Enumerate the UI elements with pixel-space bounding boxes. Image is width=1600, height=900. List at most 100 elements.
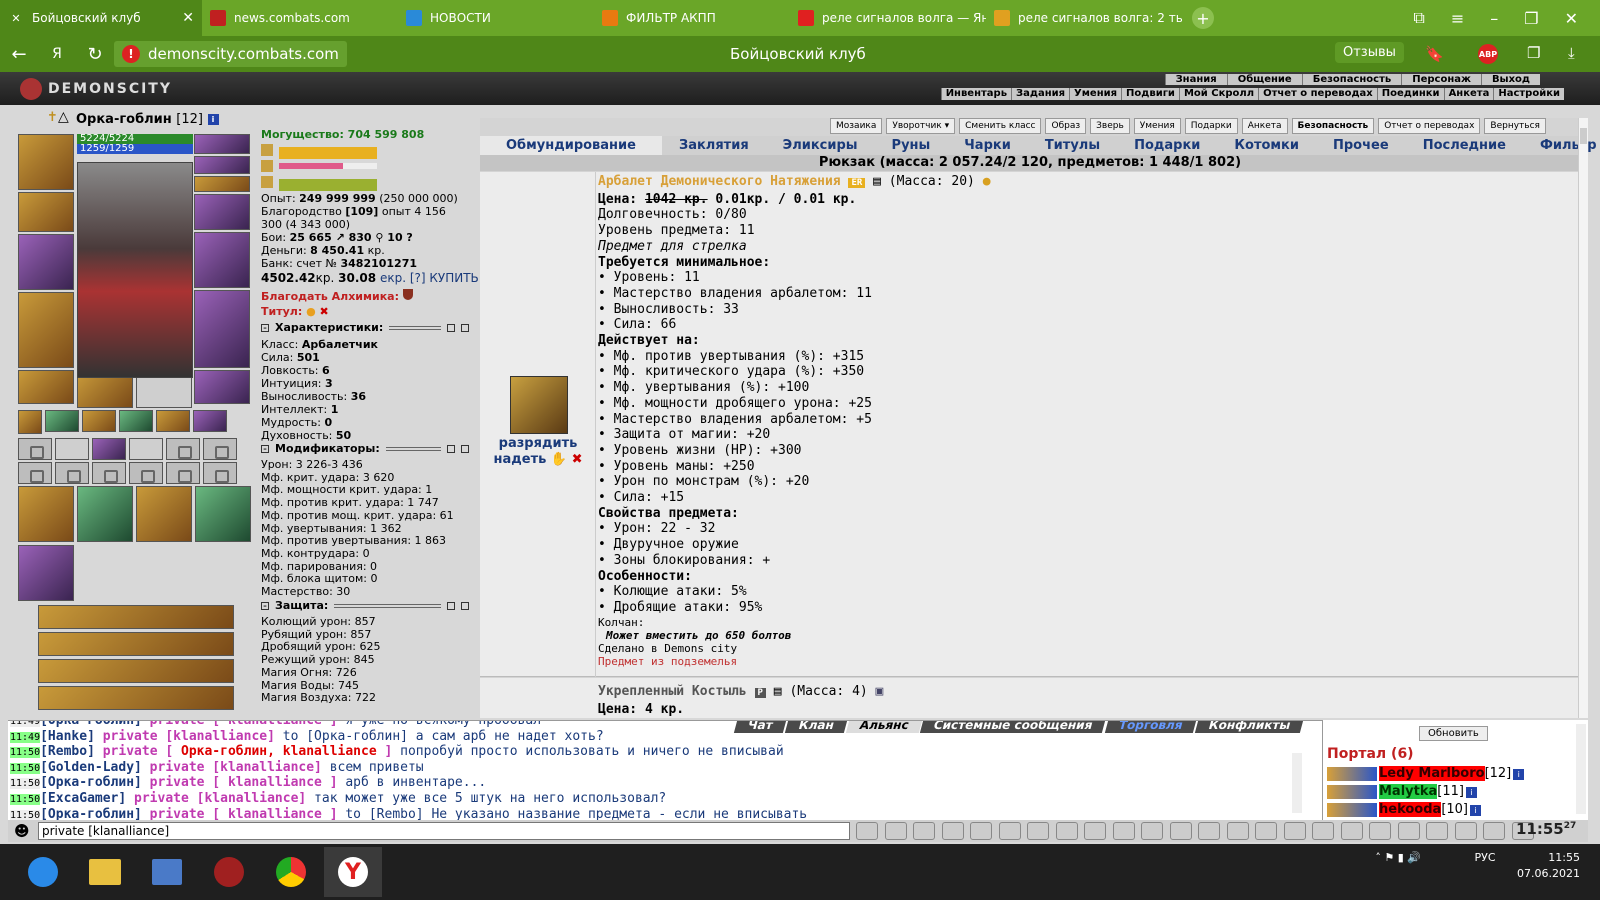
toolbar-button[interactable]: Безопасность (1291, 118, 1375, 134)
equipment-slot[interactable] (38, 632, 234, 656)
category-tab[interactable]: Фильтр (1523, 136, 1600, 155)
equipment-slot[interactable] (18, 545, 74, 601)
chat-tab[interactable]: Альянс (845, 721, 923, 733)
equipment-slot[interactable] (194, 232, 250, 288)
toolbar-button[interactable]: Уворотчик ▾ (886, 118, 956, 134)
action-icon[interactable] (1255, 822, 1277, 840)
message-author[interactable]: [ExcaGamer] (40, 791, 126, 806)
yandex-browser-icon[interactable]: Y (324, 847, 382, 897)
category-tab[interactable]: Эликсиры (766, 136, 875, 155)
equipment-slot[interactable] (194, 156, 250, 174)
equipment-slot[interactable] (129, 438, 163, 460)
info-icon[interactable]: i (1470, 805, 1481, 816)
category-tab[interactable]: Прочее (1316, 136, 1406, 155)
top-menu-item[interactable]: Персонаж (1401, 74, 1481, 85)
browser-tab[interactable]: ✕ Бойцовский клуб ✕ (0, 0, 202, 36)
equipment-slot[interactable] (203, 462, 237, 484)
message-author[interactable]: [Орка-гоблин] (40, 807, 142, 820)
category-tab[interactable]: Подарки (1117, 136, 1217, 155)
unload-link[interactable]: разрядить (490, 436, 586, 451)
equipment-slot[interactable] (18, 486, 74, 542)
action-icon[interactable] (1169, 822, 1192, 840)
item2-name[interactable]: Укрепленный Костыль (598, 684, 747, 699)
toolbar-button[interactable]: Зверь (1090, 118, 1130, 134)
refresh-button[interactable]: Обновить (1419, 726, 1488, 741)
category-tab[interactable]: Котомки (1217, 136, 1316, 155)
inventory-scrollbar[interactable] (1578, 118, 1588, 718)
category-tab[interactable]: Руны (875, 136, 948, 155)
equipment-slot[interactable] (194, 176, 250, 192)
chat-tab[interactable]: Торговля (1104, 721, 1197, 733)
online-user[interactable]: hekooda[10] i (1327, 802, 1481, 817)
toolbar-button[interactable]: Анкета (1241, 118, 1288, 134)
category-tab[interactable]: Последние (1406, 136, 1523, 155)
back-icon[interactable]: ← (0, 44, 38, 65)
equipment-slot[interactable] (194, 194, 250, 230)
action-icon[interactable] (1397, 822, 1420, 840)
equipment-slot[interactable] (55, 462, 89, 484)
equip-link[interactable]: надеть ✋ ✖ (490, 452, 586, 467)
reload-icon[interactable]: ↻ (76, 44, 114, 65)
sub-menu-item[interactable]: Задания (1011, 88, 1069, 100)
action-icon[interactable] (1226, 822, 1249, 840)
lang-indicator[interactable]: РУС (1474, 851, 1495, 864)
characteristics-header[interactable]: – Характеристики: (261, 321, 469, 334)
equipment-slot[interactable] (38, 605, 234, 629)
ie-icon[interactable] (14, 847, 72, 897)
chrome-icon[interactable] (262, 847, 320, 897)
info-icon[interactable]: i (1513, 769, 1525, 780)
top-menu-item[interactable]: Безопасность (1301, 74, 1402, 85)
close-window-icon[interactable]: ✕ (1565, 9, 1578, 28)
info-icon[interactable]: i (1465, 787, 1477, 798)
chat-tab[interactable]: Системные сообщения (920, 721, 1108, 733)
extensions-icon[interactable]: ❐ (1527, 44, 1540, 62)
message-time[interactable]: 11:50 (10, 747, 41, 759)
url-field[interactable]: ! demonscity.combats.com (114, 41, 347, 67)
message-time[interactable]: 11:49 (10, 731, 41, 743)
category-tab[interactable]: Титулы (1028, 136, 1117, 155)
online-user[interactable]: Ledy Marlboro[12] i (1327, 766, 1525, 781)
equipment-slot[interactable] (194, 134, 250, 154)
chat-scrollbar[interactable] (1292, 753, 1302, 813)
top-menu-item[interactable]: Общение (1226, 74, 1302, 85)
action-icon[interactable] (1112, 822, 1135, 840)
equipment-slot[interactable] (18, 234, 74, 290)
action-icon[interactable] (1084, 822, 1106, 840)
message-author[interactable]: [Rembo] (40, 744, 95, 759)
chat-input[interactable]: private [klanalliance] (38, 822, 850, 840)
action-icon[interactable] (970, 822, 992, 840)
message-author[interactable]: [Golden-Lady] (40, 760, 142, 775)
top-menu-item[interactable]: Выход (1480, 74, 1540, 85)
action-icon[interactable] (941, 822, 964, 840)
equipment-slot[interactable] (38, 659, 234, 683)
chat-tab[interactable]: Клан (784, 721, 848, 733)
message-author[interactable]: [Hanke] (40, 729, 95, 744)
message-time[interactable]: 11:50 (10, 762, 41, 774)
message-time[interactable]: 11:50 (10, 794, 41, 805)
toolbar-button[interactable]: Мозаика (830, 118, 883, 134)
equipment-slot[interactable] (194, 370, 250, 404)
equipment-slot[interactable] (18, 292, 74, 368)
delete-icon[interactable]: ✖ (572, 452, 583, 467)
new-tab-button[interactable]: + (1192, 7, 1214, 29)
equipment-slot[interactable] (195, 486, 251, 542)
browser-tab[interactable]: news.combats.com (202, 0, 398, 36)
toolbar-button[interactable]: Умения (1133, 118, 1181, 134)
item-name[interactable]: Арбалет Демонического Натяжения (598, 174, 841, 189)
sub-menu-item[interactable]: Умения (1069, 88, 1121, 100)
game-client-icon[interactable] (200, 847, 258, 897)
browser-tab[interactable]: НОВОСТИ (398, 0, 594, 36)
equipment-slot[interactable] (77, 486, 133, 542)
toolbar-button[interactable]: Подарки (1184, 118, 1238, 134)
reviews-button[interactable]: Отзывы (1335, 42, 1404, 63)
toolbar-button[interactable]: Отчет о переводах (1378, 118, 1481, 134)
equipment-slot[interactable] (92, 438, 126, 460)
equipment-slot[interactable] (38, 686, 234, 710)
category-tab[interactable]: Чарки (947, 136, 1028, 155)
close-tab-icon[interactable]: ✕ (182, 10, 194, 26)
toolbar-button[interactable]: Образ (1045, 118, 1087, 134)
yandex-icon[interactable]: Я (38, 46, 76, 62)
warning-icon[interactable]: ! (122, 45, 140, 63)
sub-menu-item[interactable]: Мой Скролл (1178, 88, 1258, 100)
adblock-icon[interactable]: ABP (1478, 44, 1498, 64)
